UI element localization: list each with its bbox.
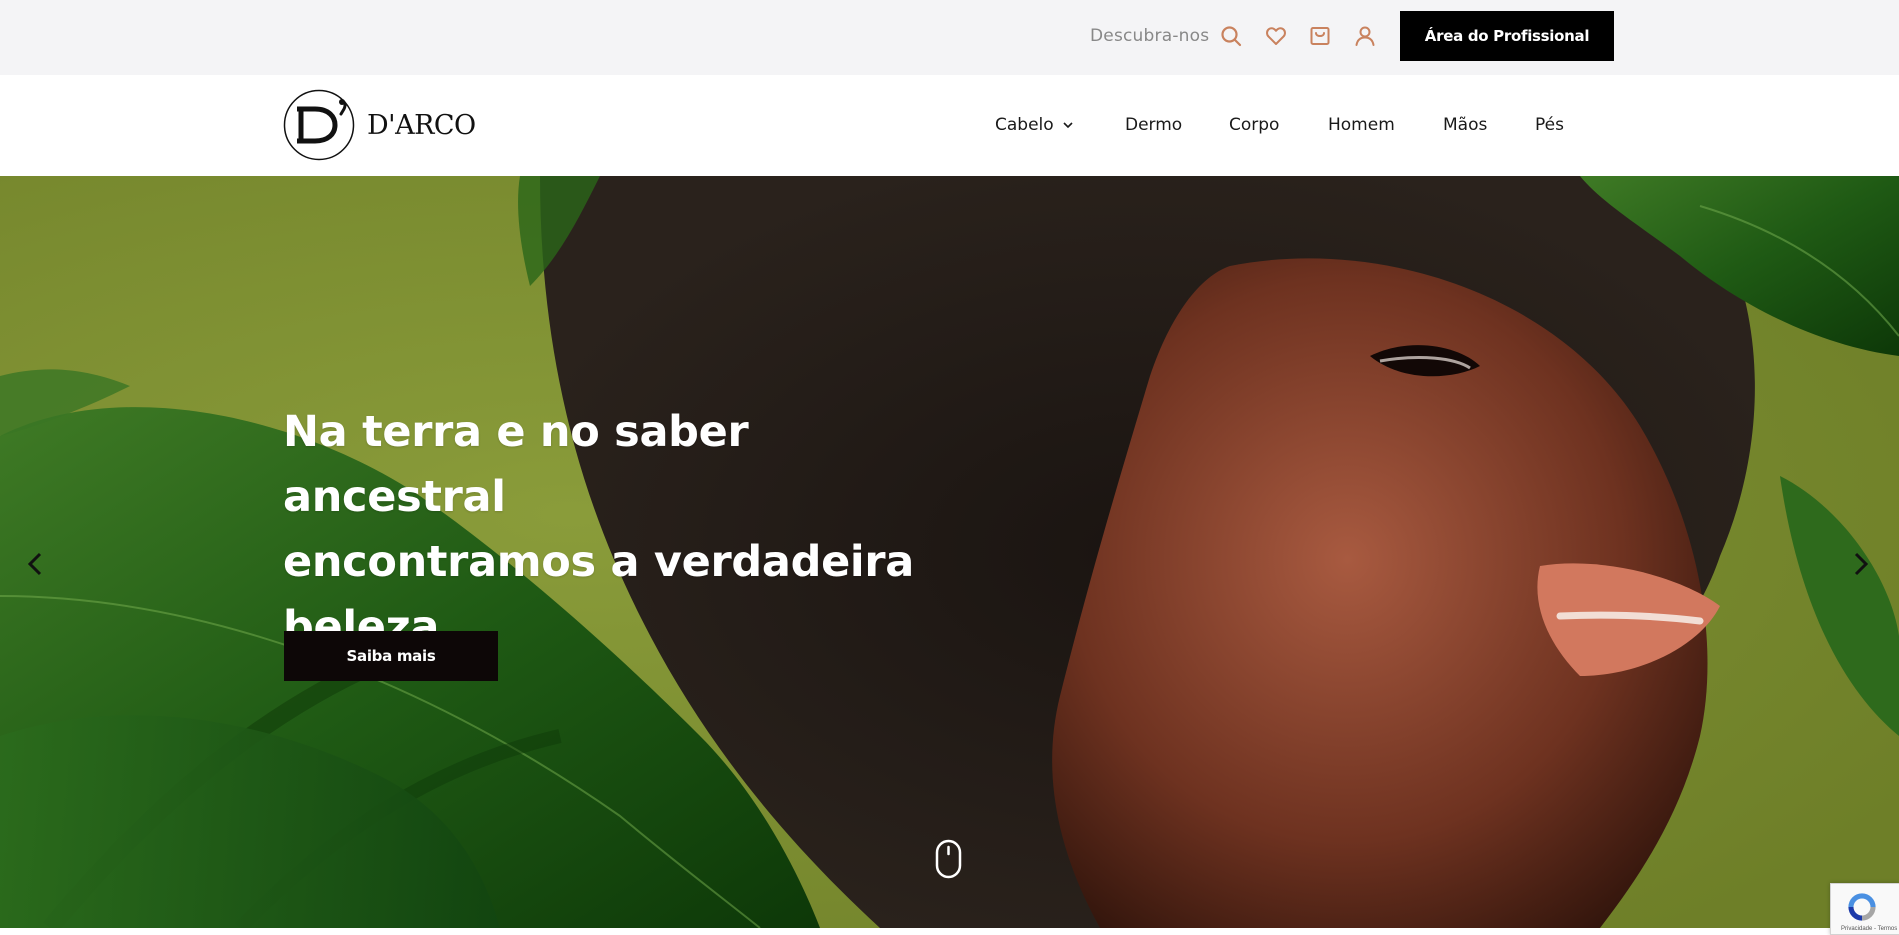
nav-label: Corpo (1229, 115, 1280, 135)
slider-next-arrow-icon[interactable] (1846, 544, 1876, 584)
recaptcha-badge[interactable]: Privacidade - Termos (1830, 883, 1899, 935)
nav-label: Pés (1535, 115, 1564, 135)
nav-label: Mãos (1443, 115, 1488, 135)
bag-icon[interactable] (1308, 24, 1332, 48)
headline-line-2: encontramos a verdadeira (283, 537, 914, 587)
recaptcha-terms[interactable]: Privacidade - Termos (1841, 926, 1897, 932)
nav-dermo[interactable]: Dermo (1125, 115, 1182, 135)
discover-link[interactable]: Descubra-nos (1090, 26, 1209, 46)
hero-bottom-border (0, 928, 1899, 935)
slider-prev-arrow-icon[interactable] (20, 544, 50, 584)
nav-homem[interactable]: Homem (1328, 115, 1395, 135)
chevron-down-icon (1063, 122, 1073, 129)
headline-line-1: Na terra e no saber ancestral (283, 407, 749, 522)
learn-more-button[interactable]: Saiba mais (284, 631, 498, 681)
utility-bar: Descubra-nos Área do Profissional (0, 0, 1899, 75)
heart-icon[interactable] (1264, 24, 1288, 48)
nav-pes[interactable]: Pés (1535, 115, 1564, 135)
recaptcha-logo-icon (1848, 893, 1876, 921)
logo[interactable]: D'ARCO (283, 89, 476, 161)
nav-maos[interactable]: Mãos (1443, 115, 1487, 135)
nav-label: Cabelo (995, 115, 1054, 135)
nav-corpo[interactable]: Corpo (1229, 115, 1279, 135)
main-header: D'ARCO Cabelo Dermo Corpo Homem Mãos Pés (0, 75, 1899, 176)
professional-area-button[interactable]: Área do Profissional (1400, 11, 1614, 61)
hero-slider: Na terra e no saber ancestral encontramo… (0, 176, 1899, 928)
hero-headline: Na terra e no saber ancestral encontramo… (283, 400, 983, 660)
user-icon[interactable] (1353, 24, 1377, 48)
search-icon[interactable] (1219, 24, 1243, 48)
nav-label: Homem (1328, 115, 1395, 135)
logo-mark-icon (283, 89, 355, 161)
logo-wordmark: D'ARCO (367, 109, 476, 141)
nav-label: Dermo (1125, 115, 1183, 135)
nav-cabelo[interactable]: Cabelo (995, 115, 1074, 135)
scroll-mouse-icon[interactable] (935, 839, 962, 879)
